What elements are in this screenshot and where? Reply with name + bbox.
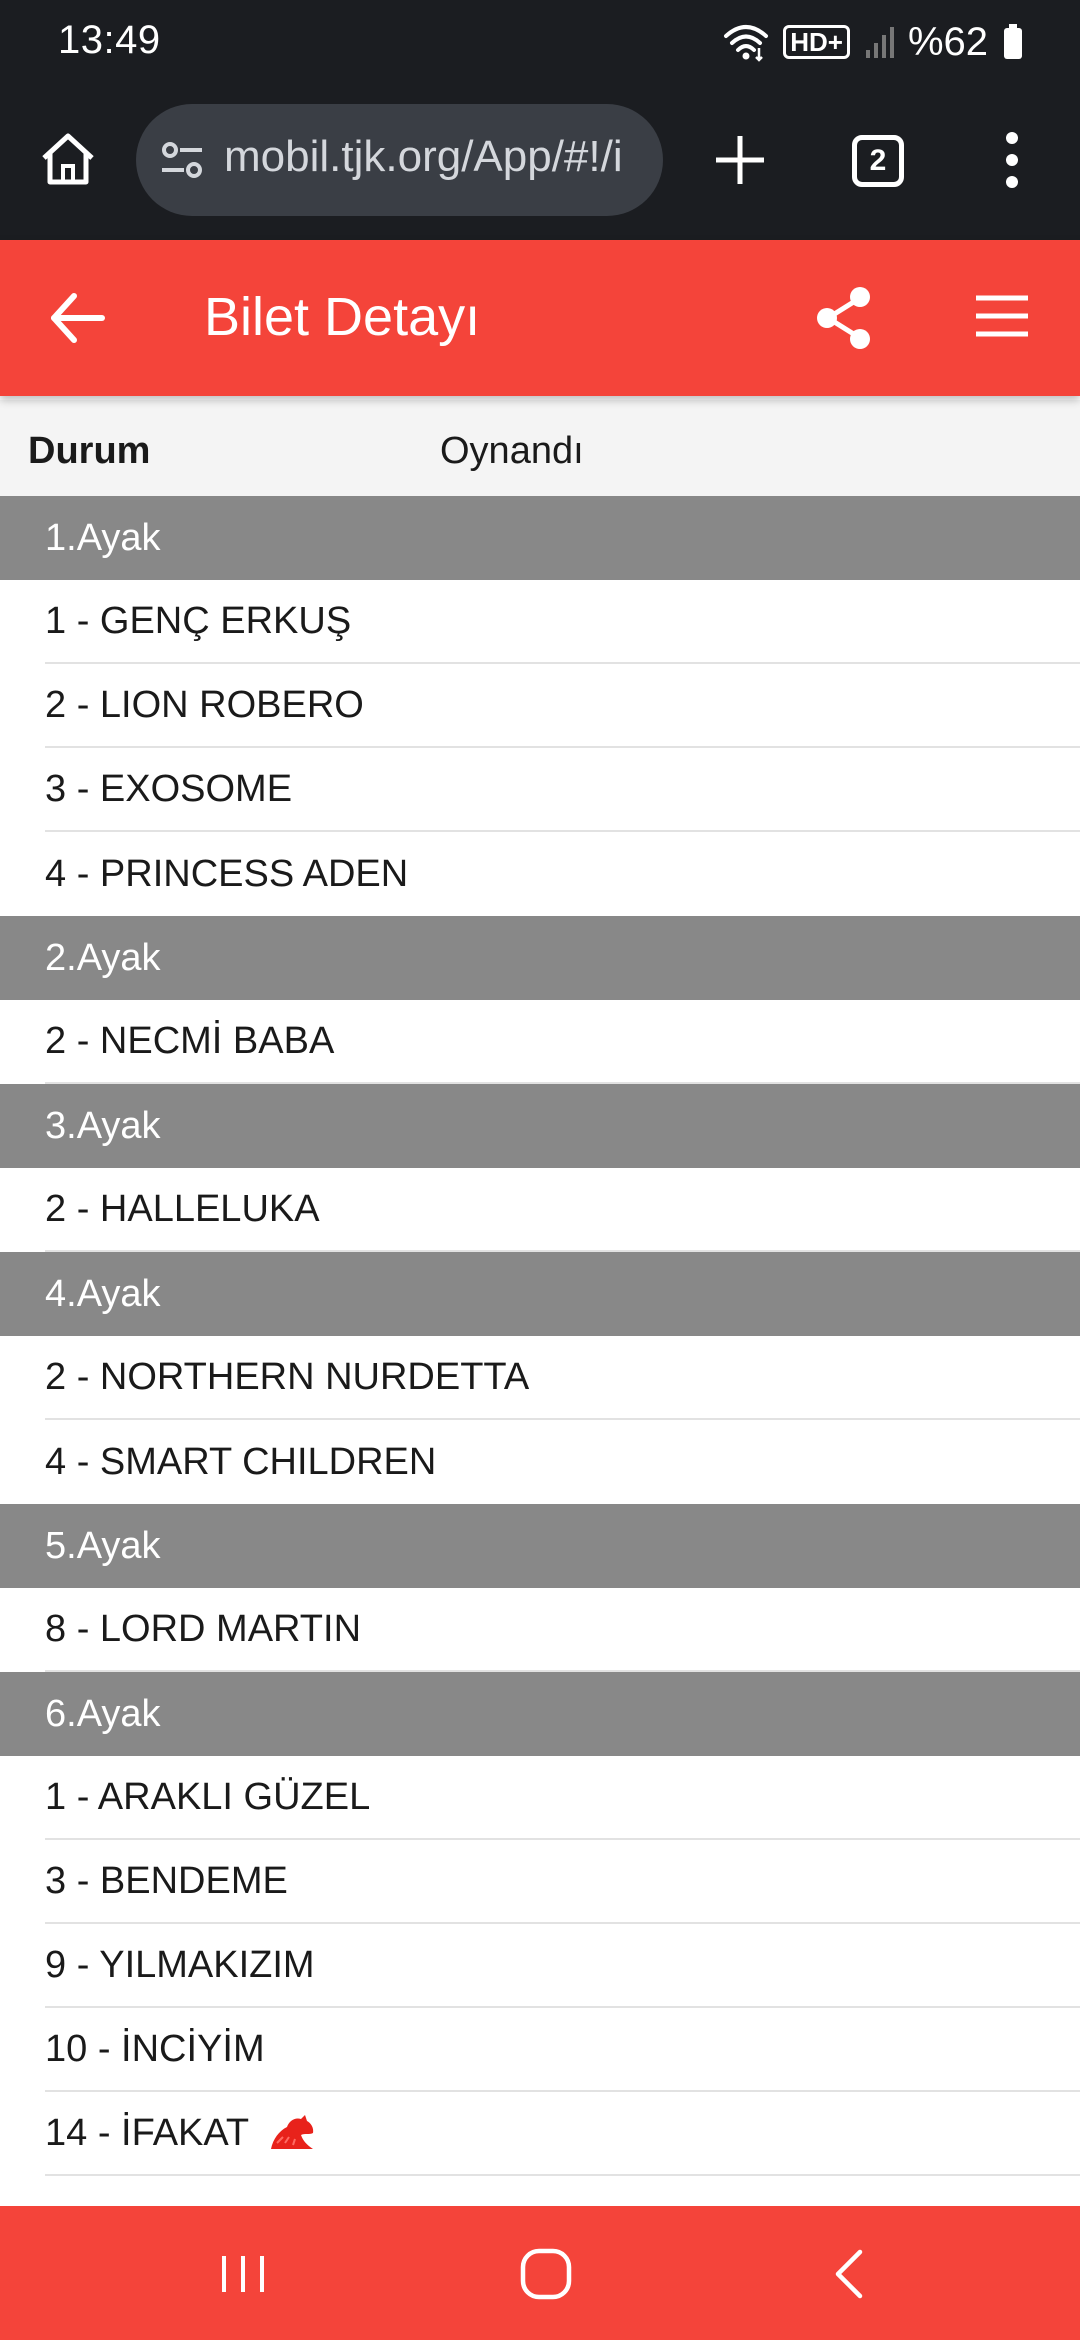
system-nav-bar bbox=[0, 2206, 1080, 2340]
battery-percent: %62 bbox=[907, 19, 988, 64]
horse-row: 2 - LION ROBERO bbox=[45, 664, 1080, 748]
network-label: HD+ bbox=[783, 25, 850, 59]
horse-row: 4 - PRINCESS ADEN bbox=[45, 832, 1080, 916]
horse-row: 10 - İNCİYİM bbox=[45, 2008, 1080, 2092]
leg-header: 3.Ayak bbox=[0, 1084, 1080, 1168]
hamburger-menu-icon[interactable] bbox=[972, 286, 1032, 346]
signal-icon bbox=[865, 27, 894, 58]
status-icons: HD+ %62 bbox=[723, 14, 1024, 70]
horse-row: 2 - NORTHERN NURDETTA bbox=[45, 1336, 1080, 1420]
horse-row: 2 - HALLELUKA bbox=[45, 1168, 1080, 1252]
leg-header: 6.Ayak bbox=[0, 1672, 1080, 1756]
page-title: Bilet Detayı bbox=[204, 287, 481, 347]
address-bar[interactable]: mobil.tjk.org/App/#!/i bbox=[136, 104, 663, 216]
horse-name: 3 - BENDEME bbox=[45, 1860, 288, 1902]
leg-header: 1.Ayak bbox=[0, 496, 1080, 580]
horse-name: 3 - EXOSOME bbox=[45, 768, 293, 810]
horse-row: 2 - NECMİ BABA bbox=[45, 1000, 1080, 1084]
horse-row: 8 - LORD MARTIN bbox=[45, 1588, 1080, 1672]
url-text[interactable]: mobil.tjk.org/App/#!/i bbox=[224, 132, 642, 182]
horse-name: 2 - LION ROBERO bbox=[45, 684, 364, 726]
horse-name: 2 - NORTHERN NURDETTA bbox=[45, 1356, 530, 1398]
horse-row: 3 - BENDEME bbox=[45, 1840, 1080, 1924]
horse-row: 3 - EXOSOME bbox=[45, 748, 1080, 832]
horse-name: 1 - GENÇ ERKUŞ bbox=[45, 600, 352, 642]
status-label: Durum bbox=[28, 430, 151, 472]
horse-row: 4 - SMART CHILDREN bbox=[45, 1420, 1080, 1504]
recent-apps-icon[interactable] bbox=[218, 2250, 268, 2298]
tune-icon[interactable] bbox=[158, 136, 208, 186]
tab-count: 2 bbox=[869, 144, 887, 177]
arrow-left-icon[interactable] bbox=[46, 286, 110, 350]
horse-row: 1 - ARAKLI GÜZEL bbox=[45, 1756, 1080, 1840]
ticket-status-row: Durum Oynandı bbox=[0, 400, 1080, 496]
horse-name: 9 - YILMAKIZIM bbox=[45, 1944, 315, 1986]
plus-icon[interactable] bbox=[708, 128, 772, 192]
horse-name: 8 - LORD MARTIN bbox=[45, 1608, 362, 1650]
back-chevron-icon[interactable] bbox=[828, 2246, 868, 2302]
horse-name: 2 - HALLELUKA bbox=[45, 1188, 320, 1230]
more-vertical-icon[interactable] bbox=[990, 128, 1034, 192]
status-time: 13:49 bbox=[58, 18, 161, 62]
legs-list: 1.Ayak 1 - GENÇ ERKUŞ 2 - LION ROBERO 3 … bbox=[0, 496, 1080, 2176]
home-circle-icon[interactable] bbox=[518, 2246, 574, 2302]
horse-name: 14 - İFAKAT bbox=[45, 2112, 250, 2154]
horse-name: 1 - ARAKLI GÜZEL bbox=[45, 1776, 371, 1818]
horse-name: 10 - İNCİYİM bbox=[45, 2028, 265, 2070]
horse-name: 2 - NECMİ BABA bbox=[45, 1020, 335, 1062]
status-value: Oynandı bbox=[440, 430, 584, 472]
leg-header: 5.Ayak bbox=[0, 1504, 1080, 1588]
hd-plus-icon: HD+ bbox=[783, 25, 850, 59]
wifi-icon bbox=[724, 25, 769, 62]
status-bar: 13:49 HD+ %62 bbox=[0, 0, 1080, 84]
app-header: Bilet Detayı bbox=[0, 240, 1080, 396]
battery-icon bbox=[1004, 24, 1022, 59]
leg-header: 4.Ayak bbox=[0, 1252, 1080, 1336]
horse-row: 1 - GENÇ ERKUŞ bbox=[45, 580, 1080, 664]
horse-row: 9 - YILMAKIZIM bbox=[45, 1924, 1080, 2008]
horse-name: 4 - SMART CHILDREN bbox=[45, 1441, 437, 1483]
home-icon[interactable] bbox=[36, 128, 100, 192]
red-horse-head-icon bbox=[271, 2115, 314, 2149]
leg-header: 2.Ayak bbox=[0, 916, 1080, 1000]
horse-row: 14 - İFAKAT bbox=[45, 2092, 1080, 2176]
browser-toolbar: mobil.tjk.org/App/#!/i 2 bbox=[0, 84, 1080, 240]
share-icon[interactable] bbox=[812, 284, 876, 352]
horse-name: 4 - PRINCESS ADEN bbox=[45, 853, 409, 895]
tab-switcher-button[interactable]: 2 bbox=[852, 135, 904, 187]
